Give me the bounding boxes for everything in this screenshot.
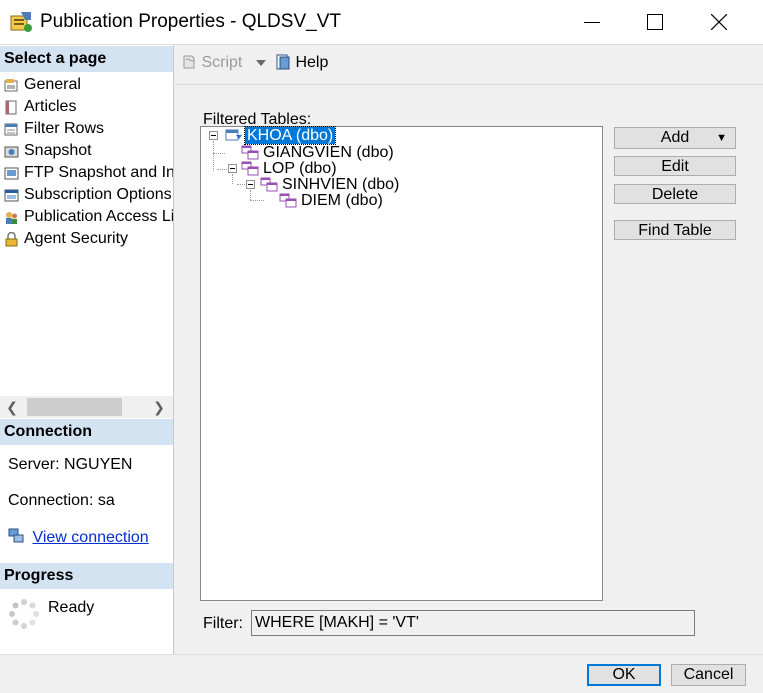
footer-divider [0,654,763,655]
find-table-button[interactable]: Find Table [614,220,736,240]
tree-connector [213,153,225,154]
tree-node-label: DIEM (dbo) [301,192,383,209]
table-join-icon [241,145,259,160]
articles-icon [5,100,17,115]
close-button[interactable] [690,0,748,44]
tree-connector [237,184,245,185]
progress-spinner-icon [9,599,39,629]
help-button[interactable]: Help [275,54,328,72]
page-item-label: Subscription Options [24,186,172,203]
minimize-icon [584,22,600,23]
tree-connector [250,190,251,200]
tree-connector [213,141,214,171]
table-filter-icon [225,129,242,141]
tree-connector [217,169,227,170]
tree-node-label: GIANGVIEN (dbo) [263,144,394,161]
scroll-right-icon[interactable]: ❯ [149,398,169,416]
maximize-icon [647,14,663,30]
page-item-filter-rows[interactable]: Filter Rows [0,118,173,140]
filter-label: Filter: [203,615,243,632]
tree-collapse-toggle[interactable] [246,180,255,189]
find-table-label: Find Table [638,222,712,239]
connection-info: Connection: sa [8,492,115,509]
script-dropdown-icon[interactable] [255,59,267,67]
snapshot-icon [4,146,19,158]
tree-connector [232,174,233,184]
cancel-button[interactable]: Cancel [671,664,746,686]
maximize-button[interactable] [626,0,684,44]
tree-node-label: KHOA (dbo) [243,126,337,145]
toolbar-divider [175,84,763,85]
page-item-general[interactable]: General [0,74,173,96]
progress-header: Progress [0,563,173,589]
tree-connector [250,200,264,201]
minimize-button[interactable] [563,0,621,44]
page-item-label: Filter Rows [24,120,105,137]
page-item-subscription-options[interactable]: Subscription Options [0,184,173,206]
subscription-options-icon [4,189,19,202]
help-label: Help [295,54,329,71]
add-dropdown-icon: ▼ [716,132,727,144]
page-item-articles[interactable]: Articles [0,96,173,118]
filtered-tables-tree[interactable]: KHOA (dbo) GIANGVIEN (dbo) LOP (dbo) SIN… [200,126,603,601]
script-button[interactable]: Script [181,54,242,72]
page-item-snapshot[interactable]: Snapshot [0,140,173,162]
title-bar: Publication Properties - QLDSV_VT [0,0,763,45]
agent-security-icon [5,232,18,247]
edit-button[interactable]: Edit [614,156,736,176]
tree-node-label: LOP (dbo) [263,160,337,177]
page-list-hscrollbar[interactable]: ❮ ❯ [0,396,173,418]
table-join-icon [279,193,297,208]
page-item-label: Agent Security [24,230,129,247]
publication-icon [10,12,32,32]
tree-collapse-toggle[interactable] [209,131,218,140]
general-icon [4,79,18,92]
table-join-icon [241,161,259,176]
delete-label: Delete [651,186,699,203]
scroll-left-icon[interactable]: ❮ [2,398,22,416]
page-item-ftp-snapshot[interactable]: FTP Snapshot and In [0,162,173,184]
tree-node-label: SINHVIEN (dbo) [282,176,400,193]
delete-button[interactable]: Delete [614,184,736,204]
page-item-label: Articles [24,98,77,115]
publication-access-icon [6,212,17,224]
ok-button[interactable]: OK [587,664,661,686]
add-button[interactable]: Add ▼ [614,127,736,149]
connection-header: Connection [0,419,173,445]
page-item-label: FTP Snapshot and In [24,164,173,181]
help-icon [276,54,290,70]
filter-field[interactable]: WHERE [MAKH] = 'VT' [251,610,695,636]
filter-rows-icon [4,123,18,136]
page-item-label: Publication Access Li [24,208,173,225]
page-item-publication-access[interactable]: Publication Access Li [0,206,173,228]
connection-icon [8,528,24,543]
progress-status: Ready [48,599,95,616]
page-item-label: Snapshot [24,142,92,159]
page-list: General Articles Filter Rows Snapshot FT… [0,74,173,250]
script-icon [183,55,195,69]
toolbar: Script Help [175,45,763,83]
ftp-snapshot-icon [4,167,19,180]
edit-label: Edit [661,158,689,175]
view-connection-row[interactable]: View connection [8,528,149,547]
server-info: Server: NGUYEN [8,456,133,473]
script-label: Script [201,54,243,71]
select-page-header: Select a page [0,46,173,72]
page-item-agent-security[interactable]: Agent Security [0,228,173,250]
page-item-label: General [24,76,81,93]
scrollbar-thumb[interactable] [27,398,122,416]
left-pane: Select a page General Articles Filter Ro… [0,45,174,654]
view-connection-link[interactable]: View connection [32,529,148,546]
table-join-icon [260,177,278,192]
add-label: Add [660,129,690,146]
window-title: Publication Properties - QLDSV_VT [40,11,341,32]
tree-collapse-toggle[interactable] [228,164,237,173]
close-icon [711,14,727,30]
